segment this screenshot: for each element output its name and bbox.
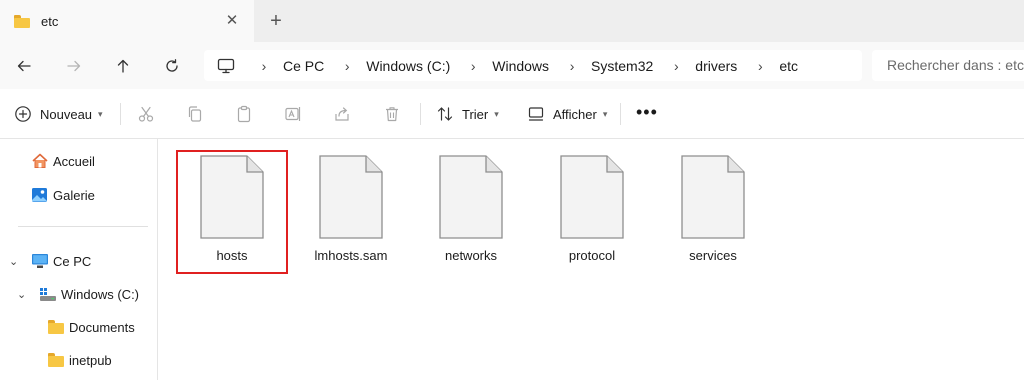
divider xyxy=(620,103,621,125)
breadcrumb-etc[interactable]: etc xyxy=(779,58,798,74)
chevron-right-icon[interactable]: › xyxy=(669,58,683,74)
new-tab-button[interactable]: + xyxy=(266,11,286,32)
file-icon xyxy=(319,155,383,239)
sidebar-item-label: Windows (C:) xyxy=(61,286,140,302)
chevron-right-icon[interactable]: › xyxy=(753,58,767,74)
divider xyxy=(18,226,148,227)
file-item-services[interactable]: services xyxy=(659,152,767,272)
file-icon xyxy=(439,155,503,239)
delete-button[interactable] xyxy=(383,102,401,126)
share-button[interactable] xyxy=(333,102,351,126)
clipboard-icon xyxy=(237,105,251,123)
file-item-hosts[interactable]: hosts xyxy=(176,150,288,274)
drive-icon xyxy=(39,286,57,302)
up-button[interactable] xyxy=(110,53,136,79)
new-label: Nouveau xyxy=(40,106,93,122)
file-view: hosts lmhosts.sam networks protocol serv… xyxy=(159,140,1024,380)
back-arrow-icon xyxy=(17,60,31,72)
sidebar-item-gallery[interactable]: Galerie xyxy=(31,185,95,205)
chevron-right-icon[interactable]: › xyxy=(340,58,354,74)
new-button[interactable]: Nouveau ▾ xyxy=(14,102,103,126)
chevron-down-icon[interactable]: ⌄ xyxy=(9,255,18,268)
address-bar[interactable]: › Ce PC › Windows (C:) › Windows › Syste… xyxy=(204,50,862,81)
sort-icon xyxy=(437,107,453,121)
forward-button[interactable] xyxy=(61,53,87,79)
sidebar-item-inetpub[interactable]: inetpub xyxy=(47,350,112,370)
cut-button[interactable] xyxy=(137,102,155,126)
chevron-down-icon: ▾ xyxy=(98,108,103,119)
file-item-networks[interactable]: networks xyxy=(417,152,525,272)
paste-button[interactable] xyxy=(235,102,253,126)
folder-icon xyxy=(14,14,30,28)
tab-title: etc xyxy=(41,13,59,29)
monitor-icon xyxy=(217,58,235,74)
forward-arrow-icon xyxy=(67,60,81,72)
file-item-lmhosts[interactable]: lmhosts.sam xyxy=(297,152,405,272)
chevron-right-icon[interactable]: › xyxy=(565,58,579,74)
sort-button[interactable]: Trier ▾ xyxy=(436,102,499,126)
computer-icon xyxy=(31,253,49,269)
navigation-bar: › Ce PC › Windows (C:) › Windows › Syste… xyxy=(0,42,1024,89)
navigation-pane: Accueil Galerie ⌄ Ce PC ⌄ Windows (C:) D… xyxy=(0,139,158,380)
view-icon xyxy=(528,107,544,121)
sidebar-item-windows-c[interactable]: Windows (C:) xyxy=(39,284,139,304)
breadcrumb-system32[interactable]: System32 xyxy=(591,58,653,74)
sidebar-item-home[interactable]: Accueil xyxy=(31,151,95,171)
plus-circle-icon xyxy=(15,106,31,122)
tab-bar: etc ✕ + xyxy=(0,0,1024,42)
close-icon[interactable]: ✕ xyxy=(224,13,240,29)
divider xyxy=(420,103,421,125)
folder-icon xyxy=(47,319,65,335)
refresh-button[interactable] xyxy=(159,53,185,79)
sidebar-item-documents[interactable]: Documents xyxy=(47,317,135,337)
home-icon xyxy=(31,153,49,169)
back-button[interactable] xyxy=(11,53,37,79)
rename-icon xyxy=(285,107,301,121)
sidebar-item-label: inetpub xyxy=(69,352,112,368)
file-name: services xyxy=(689,248,737,263)
view-button[interactable]: Afficher ▾ xyxy=(527,102,607,126)
file-name: hosts xyxy=(216,248,248,263)
chevron-right-icon: › xyxy=(261,57,267,74)
chevron-down-icon: ▾ xyxy=(494,108,499,119)
file-icon xyxy=(200,155,264,239)
up-arrow-icon xyxy=(117,59,129,73)
search-input[interactable]: Rechercher dans : etc xyxy=(872,50,1024,81)
copy-button[interactable] xyxy=(186,102,204,126)
rename-button[interactable] xyxy=(284,102,302,126)
breadcrumb-drivers[interactable]: drivers xyxy=(695,58,737,74)
breadcrumb-windows[interactable]: Windows xyxy=(492,58,549,74)
folder-icon xyxy=(47,352,65,368)
trash-icon xyxy=(386,107,398,122)
sort-label: Trier xyxy=(462,106,489,122)
sidebar-item-label: Documents xyxy=(69,319,135,335)
command-bar: Nouveau ▾ Trier ▾ Afficher ▾ ••• xyxy=(0,89,1024,139)
sidebar-item-this-pc[interactable]: Ce PC xyxy=(31,251,91,271)
file-name: networks xyxy=(444,248,498,263)
file-icon xyxy=(681,155,745,239)
sidebar-item-label: Accueil xyxy=(53,153,95,169)
file-name: lmhosts.sam xyxy=(314,248,388,263)
sidebar-item-label: Ce PC xyxy=(53,253,92,269)
refresh-icon xyxy=(166,59,178,72)
file-icon xyxy=(560,155,624,239)
file-name: protocol xyxy=(568,248,616,263)
tab-etc[interactable]: etc ✕ xyxy=(0,0,254,42)
share-icon xyxy=(335,107,349,121)
sidebar-item-label: Galerie xyxy=(53,187,95,203)
breadcrumb-ce-pc[interactable]: Ce PC xyxy=(283,58,324,74)
chevron-down-icon: ▾ xyxy=(602,108,608,119)
breadcrumb-windows-c[interactable]: Windows (C:) xyxy=(366,58,450,74)
file-item-protocol[interactable]: protocol xyxy=(538,152,646,272)
chevron-down-icon[interactable]: ⌄ xyxy=(17,288,26,301)
copy-icon xyxy=(188,106,202,122)
more-options-button[interactable]: ••• xyxy=(636,103,658,121)
view-label: Afficher xyxy=(553,106,597,122)
scissors-icon xyxy=(138,106,154,122)
gallery-icon xyxy=(31,187,49,203)
divider xyxy=(120,103,121,125)
chevron-right-icon[interactable]: › xyxy=(466,58,480,74)
